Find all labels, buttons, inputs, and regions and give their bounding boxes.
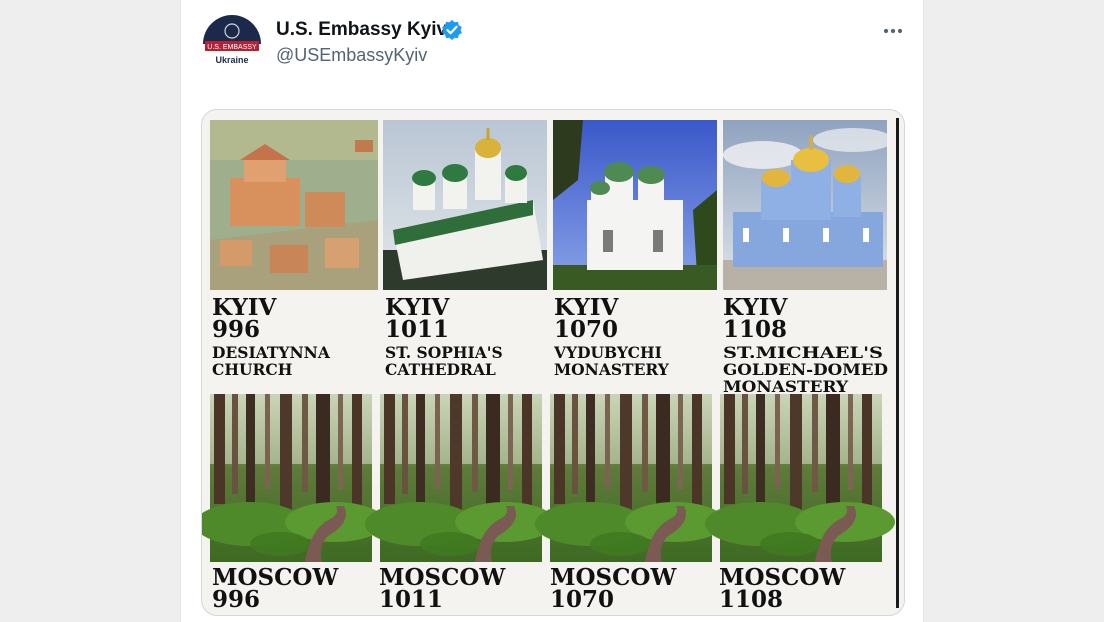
- photo-forest-4: [705, 394, 895, 562]
- kyiv-year-2: 1011: [385, 316, 449, 343]
- avatar-badge-text: U.S. EMBASSY: [207, 44, 257, 51]
- kyiv-name-1-line-2: CHURCH: [212, 360, 292, 379]
- moscow-year-3: 1070: [550, 586, 614, 613]
- kyiv-caption-4: KYIV 1108 ST.MICHAEL'S GOLDEN-DOMED MONA…: [723, 294, 888, 396]
- kyiv-year-3: 1070: [554, 316, 618, 343]
- verified-badge-icon: [441, 19, 463, 41]
- avatar-country-text: Ukraine: [215, 55, 248, 65]
- kyiv-year-4: 1108: [723, 316, 787, 343]
- moscow-year-4: 1108: [719, 586, 783, 613]
- photo-forest-3: [535, 394, 725, 562]
- kyiv-caption-3: KYIV 1070 VYDUBYCHI MONASTERY: [553, 294, 670, 379]
- kyiv-name-2-line-2: CATHEDRAL: [385, 360, 496, 379]
- photo-desiatynna-church: [210, 120, 378, 290]
- moscow-year-1: 996: [212, 586, 260, 613]
- avatar[interactable]: U.S. EMBASSY Ukraine: [201, 14, 263, 66]
- author-handle[interactable]: @USEmbassyKyiv: [276, 45, 427, 66]
- kyiv-name-4-line-3: MONASTERY: [723, 377, 849, 396]
- photo-forest-1: [202, 394, 385, 562]
- image-edge-border: [896, 118, 899, 608]
- more-horizontal-icon: [883, 28, 903, 34]
- author-name[interactable]: U.S. Embassy Kyiv: [276, 19, 447, 41]
- kyiv-caption-2: KYIV 1011 ST. SOPHIA'S CATHEDRAL: [385, 294, 503, 379]
- kyiv-name-3-line-2: MONASTERY: [554, 360, 670, 379]
- more-options-button[interactable]: [877, 17, 909, 45]
- photo-vydubychi-monastery: [553, 120, 717, 290]
- tweet-card: U.S. EMBASSY Ukraine U.S. Embassy Kyiv @…: [180, 0, 924, 622]
- kyiv-year-1: 996: [212, 316, 260, 343]
- photo-st-sophias-cathedral: [383, 120, 547, 290]
- tweet-media-image[interactable]: KYIV 996 DESIATYNNA CHURCH KYIV 1011 ST.…: [201, 109, 905, 616]
- kyiv-caption-1: KYIV 996 DESIATYNNA CHURCH: [212, 294, 331, 379]
- photo-forest-2: [365, 394, 555, 562]
- photo-st-michaels-monastery: [723, 120, 893, 290]
- moscow-year-2: 1011: [379, 586, 443, 613]
